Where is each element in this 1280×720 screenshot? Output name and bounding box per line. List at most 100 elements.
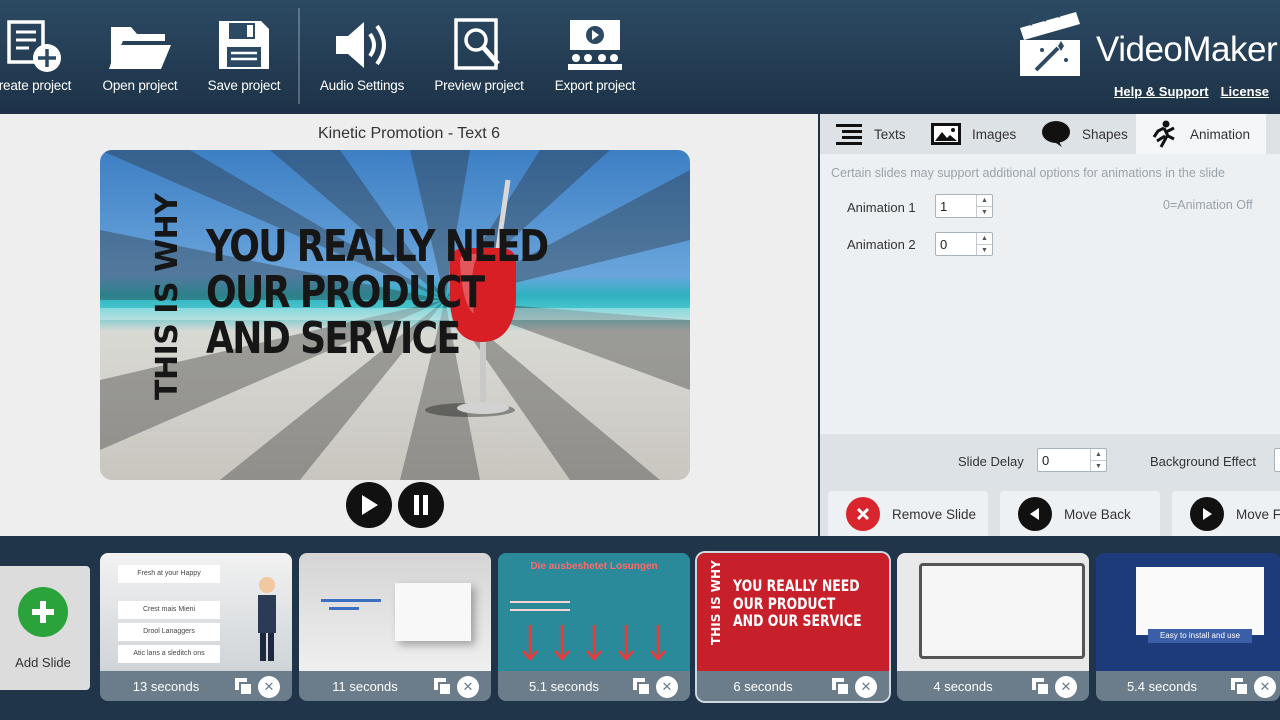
animation-1-value[interactable]: 1 bbox=[936, 195, 976, 217]
duplicate-icon[interactable] bbox=[433, 677, 453, 697]
slide-thumbnail-2[interactable]: 11 seconds ✕ bbox=[299, 553, 491, 701]
headline-line-3: AND SERVICE bbox=[206, 313, 461, 365]
plus-icon bbox=[18, 586, 68, 637]
add-slide-label: Add Slide bbox=[15, 654, 71, 670]
slide-thumbnail-4[interactable]: THIS IS WHY YOU REALLY NEED OUR PRODUCT … bbox=[697, 553, 889, 701]
export-project-label: Export project bbox=[554, 78, 636, 93]
slide-title: Kinetic Promotion - Text 6 bbox=[317, 125, 500, 142]
slide-4-duration: 6 seconds bbox=[733, 679, 793, 694]
animation-2-stepper[interactable]: 0 ▲ ▼ bbox=[935, 232, 993, 256]
slide-delay-up-icon[interactable]: ▲ bbox=[1091, 449, 1106, 460]
thumb1-item: Crest mais Mieni bbox=[118, 601, 220, 619]
add-slide-button[interactable]: Add Slide bbox=[0, 566, 90, 690]
tab-images[interactable]: Images bbox=[916, 114, 1026, 154]
duplicate-icon[interactable] bbox=[1230, 677, 1250, 697]
preview-project-button[interactable]: Preview project bbox=[430, 12, 528, 108]
move-back-button[interactable]: Move Back bbox=[1000, 491, 1160, 537]
slide-delay-value[interactable]: 0 bbox=[1038, 449, 1090, 471]
floppy-disk-icon bbox=[216, 12, 272, 78]
arrow-left-icon bbox=[1018, 497, 1052, 531]
slide-5-duration: 4 seconds bbox=[933, 679, 993, 694]
background-effect-label: Background Effect bbox=[1150, 454, 1256, 469]
panel-tabs: Texts Images Shapes Animation bbox=[820, 114, 1280, 154]
delete-slide-icon[interactable]: ✕ bbox=[1055, 676, 1077, 698]
audio-settings-label: Audio Settings bbox=[319, 78, 405, 93]
move-back-label: Move Back bbox=[1064, 506, 1131, 522]
slide-3-duration: 5.1 seconds bbox=[528, 679, 600, 694]
pause-icon bbox=[414, 495, 428, 515]
tab-texts[interactable]: Texts bbox=[820, 114, 916, 154]
slide-delay-stepper[interactable]: 0 ▲ ▼ bbox=[1037, 448, 1107, 472]
open-project-button[interactable]: Open project bbox=[98, 12, 182, 108]
magnifier-icon bbox=[450, 12, 508, 78]
background-effect-select[interactable] bbox=[1274, 448, 1280, 472]
properties-panel: Texts Images Shapes Animation Certain sl… bbox=[820, 114, 1280, 537]
delete-slide-icon[interactable]: ✕ bbox=[1254, 676, 1276, 698]
remove-slide-button[interactable]: Remove Slide bbox=[828, 491, 988, 537]
delete-slide-icon[interactable]: ✕ bbox=[656, 676, 678, 698]
tab-animation-label: Animation bbox=[1190, 126, 1251, 142]
thumb4-line-2: OUR PRODUCT bbox=[733, 593, 836, 613]
slide-vertical-text: THIS IS WHY bbox=[150, 193, 185, 400]
play-button[interactable] bbox=[346, 482, 392, 528]
slide-thumbnail-6[interactable]: Easy to install and use 5.4 seconds ✕ bbox=[1096, 553, 1280, 701]
thumb4-vertical-text: THIS IS WHY bbox=[709, 560, 723, 645]
remove-icon bbox=[846, 497, 880, 531]
tab-texts-label: Texts bbox=[874, 126, 906, 142]
thumb4-line-1: YOU REALLY NEED bbox=[733, 576, 860, 595]
thumbnail-2-image bbox=[299, 553, 491, 671]
help-support-link[interactable]: Help & Support bbox=[1114, 84, 1209, 99]
text-lines-icon bbox=[836, 124, 862, 145]
thumbnail-3-image: Die ausbeshetet Losungen bbox=[498, 553, 690, 671]
delete-slide-icon[interactable]: ✕ bbox=[855, 676, 877, 698]
create-project-button[interactable]: reate project bbox=[0, 12, 74, 108]
slide-canvas[interactable]: THIS IS WHY YOU REALLY NEED OUR PRODUCT … bbox=[100, 150, 690, 480]
save-project-button[interactable]: Save project bbox=[204, 12, 284, 108]
slide-headline: YOU REALLY NEED OUR PRODUCT AND SERVICE bbox=[206, 223, 623, 365]
slide-thumbnail-5[interactable]: 4 seconds ✕ bbox=[897, 553, 1089, 701]
duplicate-icon[interactable] bbox=[831, 677, 851, 697]
slide-6-duration: 5.4 seconds bbox=[1126, 679, 1198, 694]
animation-2-down-icon[interactable]: ▼ bbox=[977, 244, 992, 256]
move-forward-button[interactable]: Move Fo bbox=[1172, 491, 1280, 537]
slide-delay-down-icon[interactable]: ▼ bbox=[1091, 460, 1106, 472]
animation-1-stepper[interactable]: 1 ▲ ▼ bbox=[935, 194, 993, 218]
down-arrows-icon bbox=[522, 625, 666, 661]
play-icon bbox=[362, 495, 378, 515]
slide-thumbnail-1[interactable]: Fresh at your Happy Crest mais Mieni Dro… bbox=[100, 553, 292, 701]
header-links: Help & Support License bbox=[1114, 84, 1269, 99]
speech-bubble-icon bbox=[1042, 121, 1070, 147]
playback-controls bbox=[346, 482, 444, 528]
animation-1-down-icon[interactable]: ▼ bbox=[977, 206, 992, 218]
animation-2-up-icon[interactable]: ▲ bbox=[977, 233, 992, 244]
audio-settings-button[interactable]: Audio Settings bbox=[314, 12, 410, 108]
arrow-right-icon bbox=[1190, 497, 1224, 531]
license-link[interactable]: License bbox=[1221, 84, 1269, 99]
duplicate-icon[interactable] bbox=[234, 677, 254, 697]
thumb6-caption: Easy to install and use bbox=[1148, 629, 1252, 643]
create-project-label: reate project bbox=[0, 78, 72, 93]
animation-1-up-icon[interactable]: ▲ bbox=[977, 195, 992, 206]
slide-thumbnail-3[interactable]: Die ausbeshetet Losungen 5.1 seconds ✕ bbox=[498, 553, 690, 701]
tab-animation[interactable]: Animation bbox=[1136, 114, 1266, 154]
delete-slide-icon[interactable]: ✕ bbox=[457, 676, 479, 698]
tab-shapes[interactable]: Shapes bbox=[1026, 114, 1136, 154]
image-icon bbox=[931, 123, 961, 145]
preview-area: Kinetic Promotion - Text 6 THIS IS WHY Y… bbox=[0, 114, 818, 536]
duplicate-icon[interactable] bbox=[632, 677, 652, 697]
slide-1-duration: 13 seconds bbox=[132, 679, 200, 694]
delete-slide-icon[interactable]: ✕ bbox=[258, 676, 280, 698]
save-project-label: Save project bbox=[207, 78, 281, 93]
thumbnail-4-image: THIS IS WHY YOU REALLY NEED OUR PRODUCT … bbox=[697, 553, 889, 671]
duplicate-icon[interactable] bbox=[1031, 677, 1051, 697]
thumbnail-6-image: Easy to install and use bbox=[1096, 553, 1280, 671]
animation-1-label: Animation 1 bbox=[847, 200, 916, 215]
slide-2-duration: 11 seconds bbox=[332, 679, 398, 694]
export-project-button[interactable]: Export project bbox=[548, 12, 642, 108]
pause-button[interactable] bbox=[398, 482, 444, 528]
toolbar-divider bbox=[298, 8, 300, 104]
animation-2-value[interactable]: 0 bbox=[936, 233, 976, 255]
brand-name: VideoMaker bbox=[1096, 30, 1278, 69]
thumb1-item: Drool Lanaggers bbox=[118, 623, 220, 641]
headline-line-2: OUR PRODUCT bbox=[206, 267, 485, 319]
